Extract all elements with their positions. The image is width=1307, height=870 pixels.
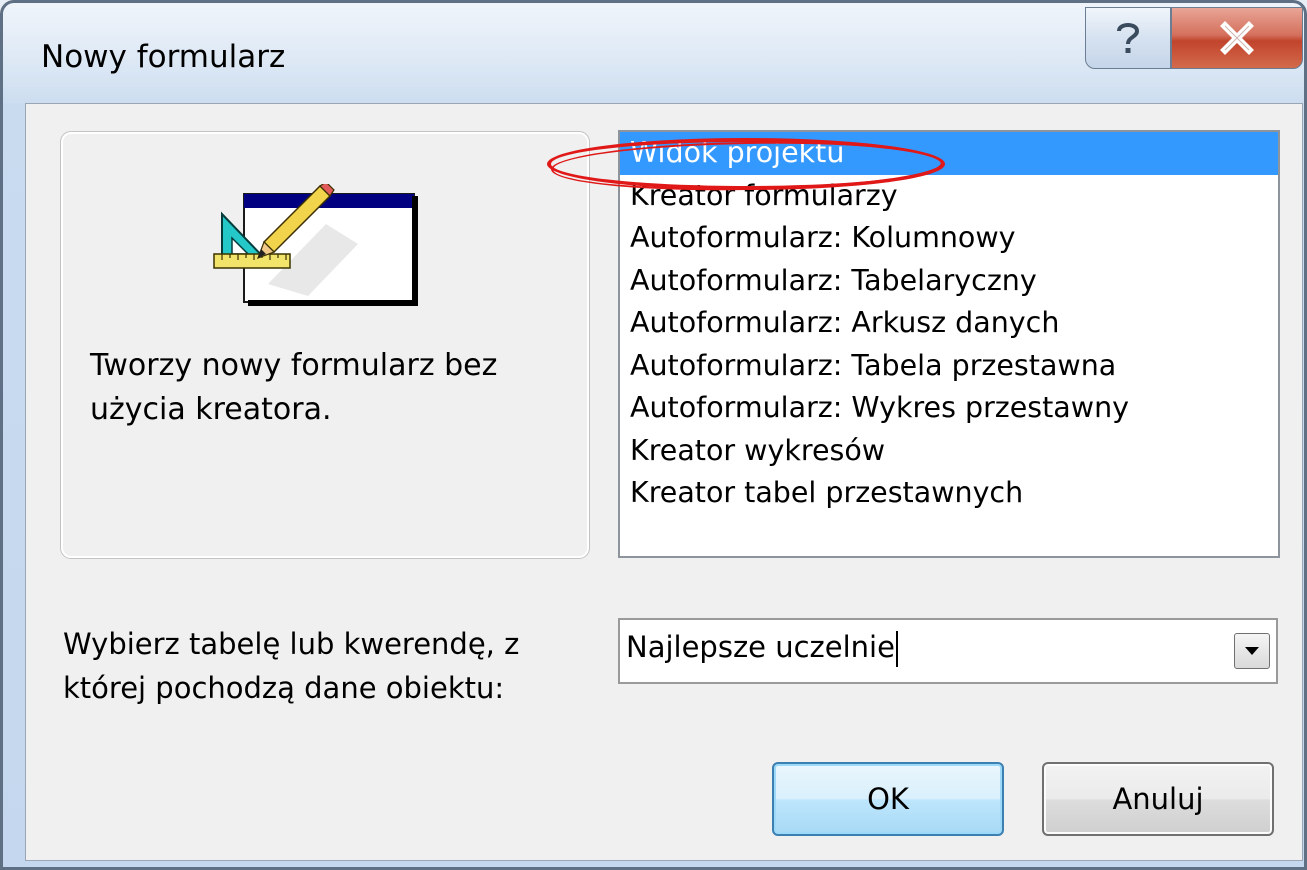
chevron-down-icon	[1245, 647, 1259, 655]
source-label: Wybierz tabelę lub kwerendę, z której po…	[63, 627, 520, 705]
dialog-client-area: Tworzy nowy formularz bez użycia kreator…	[25, 103, 1303, 861]
close-icon	[1220, 21, 1254, 55]
cancel-button[interactable]: Anuluj	[1042, 762, 1274, 836]
dropdown-button[interactable]	[1234, 633, 1270, 669]
help-icon	[1117, 23, 1140, 53]
option-description: Tworzy nowy formularz bez użycia kreator…	[90, 348, 498, 427]
source-combobox-text: Najlepsze uczelnie	[626, 630, 895, 664]
list-item-kreator-formularzy[interactable]: Kreator formularzy	[620, 175, 1278, 218]
list-item-widok-projektu[interactable]: Widok projektu	[620, 132, 1278, 175]
preview-panel: Tworzy nowy formularz bez użycia kreator…	[60, 131, 590, 559]
dialog-window: Nowy formularz Tworzy nowy formularz bez…	[0, 0, 1307, 870]
list-item-kreator-wykresow[interactable]: Kreator wykresów	[620, 430, 1278, 473]
list-item-autoformularz-kolumnowy[interactable]: Autoformularz: Kolumnowy	[620, 217, 1278, 260]
dialog-title: Nowy formularz	[41, 39, 286, 75]
source-combobox[interactable]: Najlepsze uczelnie	[618, 618, 1278, 684]
form-type-listbox[interactable]: Widok projektu Kreator formularzy Autofo…	[618, 130, 1280, 558]
list-item-kreator-tabel-przestawnych[interactable]: Kreator tabel przestawnych	[620, 472, 1278, 515]
help-button[interactable]	[1085, 7, 1171, 69]
ok-button[interactable]: OK	[772, 762, 1004, 836]
text-caret	[895, 631, 898, 667]
close-button[interactable]	[1171, 7, 1303, 69]
list-item-autoformularz-wykres-przestawny[interactable]: Autoformularz: Wykres przestawny	[620, 387, 1278, 430]
list-item-autoformularz-tabela-przestawna[interactable]: Autoformularz: Tabela przestawna	[620, 345, 1278, 388]
source-combobox-value[interactable]: Najlepsze uczelnie	[626, 630, 898, 667]
list-item-autoformularz-arkusz-danych[interactable]: Autoformularz: Arkusz danych	[620, 302, 1278, 345]
form-design-icon	[213, 184, 418, 306]
list-item-autoformularz-tabelaryczny[interactable]: Autoformularz: Tabelaryczny	[620, 260, 1278, 303]
